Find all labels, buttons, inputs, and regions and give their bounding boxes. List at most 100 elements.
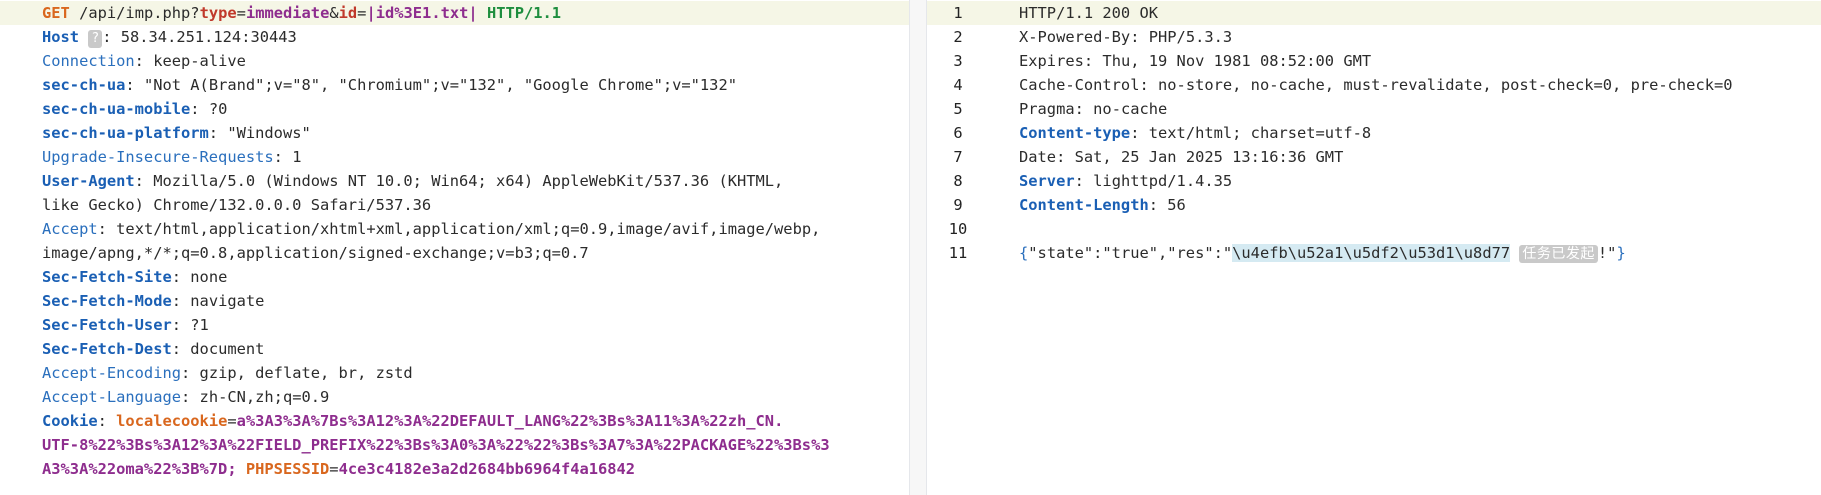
response-editor-pane[interactable]: 1 HTTP/1.1 200 OK 2 X-Powered-By: PHP/5.3.3…: [926, 0, 1821, 495]
param-key-type: type: [199, 4, 237, 22]
response-editor[interactable]: 1 HTTP/1.1 200 OK 2 X-Powered-By: PHP/5.3.3…: [927, 1, 1821, 265]
request-editor-pane[interactable]: GET /api/imp.php?type=immediate&id=|id%3…: [0, 0, 910, 495]
cookie-continuation[interactable]: A3%3A%22oma%22%3B%7D; PHPSESSID=4ce3c418…: [42, 457, 909, 481]
line-content: Pragma: no-cache: [1019, 100, 1168, 118]
header-name: Connection: [42, 52, 135, 70]
header-name: Pragma: [1019, 100, 1075, 118]
line-content: HTTP/1.1 200 OK: [1019, 1, 1158, 25]
response-line[interactable]: 1 HTTP/1.1 200 OK: [927, 1, 1821, 25]
header-value: 56: [1158, 196, 1186, 214]
header-name: Sec-Fetch-User: [42, 316, 172, 334]
line-content: {"state":"true","res":"\u4efb\u52a1\u5df…: [1019, 241, 1626, 265]
pane-divider[interactable]: [910, 0, 926, 495]
http-message-viewer: GET /api/imp.php?type=immediate&id=|id%3…: [0, 0, 1821, 495]
cookie-value-continued: A3%3A%22oma%22%3B%7D;: [42, 460, 237, 478]
header-row[interactable]: Accept-Language: zh-CN,zh;q=0.9: [42, 385, 909, 409]
header-row[interactable]: Connection: keep-alive: [42, 49, 909, 73]
response-line[interactable]: 3 Expires: Thu, 19 Nov 1981 08:52:00 GMT: [927, 49, 1821, 73]
response-line[interactable]: 5 Pragma: no-cache: [927, 97, 1821, 121]
response-line[interactable]: 7 Date: Sat, 25 Jan 2025 13:16:36 GMT: [927, 145, 1821, 169]
header-row[interactable]: Sec-Fetch-Mode: navigate: [42, 289, 909, 313]
header-name: X-Powered-By: [1019, 28, 1131, 46]
cookie-continuation[interactable]: UTF-8%22%3Bs%3A12%3A%22FIELD_PREFIX%22%3…: [42, 433, 909, 457]
line-number: 4: [953, 76, 963, 94]
header-continuation[interactable]: like Gecko) Chrome/132.0.0.0 Safari/537.…: [42, 193, 909, 217]
line-content: Expires: Thu, 19 Nov 1981 08:52:00 GMT: [1019, 52, 1372, 70]
request-editor[interactable]: GET /api/imp.php?type=immediate&id=|id%3…: [0, 1, 909, 481]
request-path: /api/imp.php: [79, 4, 191, 22]
header-value: gzip, deflate, br, zstd: [190, 364, 413, 382]
header-name: Sec-Fetch-Site: [42, 268, 172, 286]
response-line[interactable]: 11 {"state":"true","res":"\u4efb\u52a1\u5…: [927, 241, 1821, 265]
request-headers: Connection: keep-alive sec-ch-ua: "Not A(…: [42, 49, 909, 409]
line-number: 10: [948, 220, 968, 238]
header-value: navigate: [181, 292, 265, 310]
header-row[interactable]: Sec-Fetch-User: ?1: [42, 313, 909, 337]
header-value: none: [181, 268, 228, 286]
json-text: !": [1597, 244, 1617, 262]
header-row[interactable]: sec-ch-ua-platform: "Windows": [42, 121, 909, 145]
header-name: Expires: [1019, 52, 1084, 70]
header-name: sec-ch-ua-mobile: [42, 100, 191, 118]
line-content: X-Powered-By: PHP/5.3.3: [1019, 28, 1233, 46]
header-row[interactable]: User-Agent: Mozilla/5.0 (Windows NT 10.0…: [42, 169, 909, 193]
header-name: Cache-Control: [1019, 76, 1140, 94]
header-value: image/apng,*/*;q=0.8,application/signed-…: [42, 244, 589, 262]
header-value: keep-alive: [143, 52, 246, 70]
response-line[interactable]: 4 Cache-Control: no-store, no-cache, must…: [927, 73, 1821, 97]
response-line[interactable]: 6 Content-type: text/html; charset=utf-8: [927, 121, 1821, 145]
line-content: Cache-Control: no-store, no-cache, must-…: [1019, 76, 1733, 94]
header-value: no-cache: [1083, 100, 1168, 118]
header-value: 1: [282, 148, 302, 166]
header-value: ?1: [181, 316, 209, 334]
header-value: document: [181, 340, 265, 358]
header-name: Content-type: [1019, 124, 1131, 142]
response-line[interactable]: 2 X-Powered-By: PHP/5.3.3: [927, 25, 1821, 49]
header-value: no-store, no-cache, must-revalidate, pos…: [1148, 76, 1733, 94]
response-line[interactable]: 9 Content-Length: 56: [927, 193, 1821, 217]
header-row[interactable]: sec-ch-ua-mobile: ?0: [42, 97, 909, 121]
header-row[interactable]: sec-ch-ua: "Not A(Brand";v="8", "Chromiu…: [42, 73, 909, 97]
cookie-key-phpsessid: PHPSESSID: [245, 460, 330, 478]
decoded-text-chip[interactable]: 任务已发起: [1519, 245, 1598, 263]
response-line[interactable]: 8 Server: lighttpd/1.4.35: [927, 169, 1821, 193]
header-row-cookie[interactable]: Cookie: localecookie=a%3A3%3A%7Bs%3A12%3…: [42, 409, 909, 433]
header-name: Content-Length: [1019, 196, 1149, 214]
header-continuation[interactable]: image/apng,*/*;q=0.8,application/signed-…: [42, 241, 909, 265]
line-number: 6: [953, 124, 963, 142]
header-name: Accept-Language: [42, 388, 181, 406]
line-number: 8: [953, 172, 963, 190]
param-value-id: |id%3E1.txt|: [366, 4, 478, 22]
header-name: Cookie: [42, 412, 98, 430]
header-row[interactable]: Sec-Fetch-Dest: document: [42, 337, 909, 361]
line-number: 1: [953, 4, 963, 22]
line-number: 2: [953, 28, 963, 46]
json-close-brace: }: [1616, 244, 1626, 262]
cookie-value-localecookie: a%3A3%3A%7Bs%3A12%3A%22DEFAULT_LANG%22%3…: [236, 412, 784, 430]
header-row[interactable]: Accept: text/html,application/xhtml+xml,…: [42, 217, 909, 241]
header-name: User-Agent: [42, 172, 135, 190]
param-key-id: id: [338, 4, 358, 22]
cookie-value-phpsessid: 4ce3c4182e3a2d2684bb6964f4a16842: [338, 460, 636, 478]
line-number: 5: [953, 100, 963, 118]
line-number: 11: [948, 244, 968, 262]
line-content: Date: Sat, 25 Jan 2025 13:16:36 GMT: [1019, 148, 1344, 166]
header-name: Accept: [42, 220, 98, 238]
header-value: PHP/5.3.3: [1139, 28, 1233, 46]
request-protocol: HTTP/1.1: [486, 4, 562, 22]
header-row[interactable]: Upgrade-Insecure-Requests: 1: [42, 145, 909, 169]
header-name: Accept-Encoding: [42, 364, 181, 382]
request-line[interactable]: GET /api/imp.php?type=immediate&id=|id%3…: [0, 1, 909, 25]
header-row[interactable]: Accept-Encoding: gzip, deflate, br, zstd: [42, 361, 909, 385]
header-value: Sat, 25 Jan 2025 13:16:36 GMT: [1065, 148, 1344, 166]
request-method: GET: [42, 4, 70, 22]
header-name: Date: [1019, 148, 1057, 166]
header-value: text/html,application/xhtml+xml,applicat…: [106, 220, 821, 238]
param-value-type: immediate: [245, 4, 330, 22]
line-number: 9: [953, 196, 963, 214]
info-chip[interactable]: ?: [88, 30, 103, 48]
header-row-host[interactable]: Host ?: 58.34.251.124:30443: [42, 25, 909, 49]
response-line[interactable]: 10: [927, 217, 1821, 241]
header-value: lighttpd/1.4.35: [1083, 172, 1233, 190]
header-row[interactable]: Sec-Fetch-Site: none: [42, 265, 909, 289]
